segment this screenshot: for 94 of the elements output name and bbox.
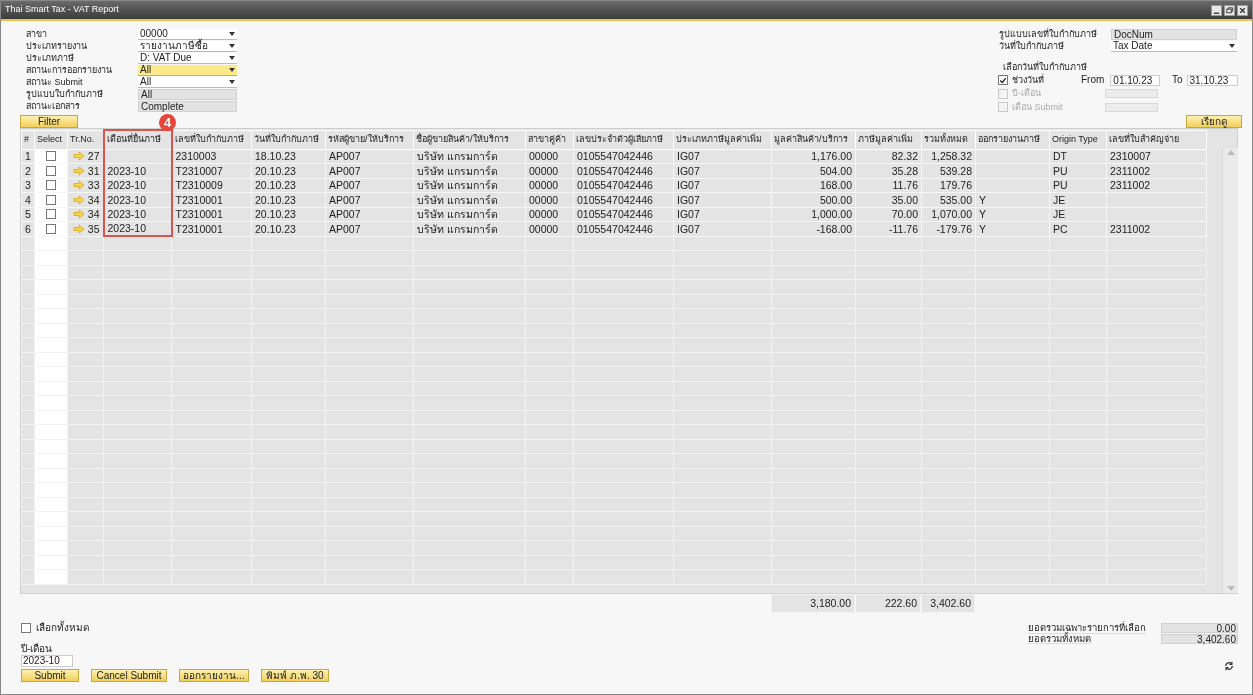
table-cell: 34 (87, 194, 100, 205)
table-cell: 35 (87, 223, 100, 234)
scroll-up-icon[interactable] (1226, 150, 1235, 155)
total-cell: 3,180.00 (771, 594, 855, 613)
input-field[interactable]: 2023-10 (21, 655, 73, 667)
button[interactable]: พิมพ์ ภ.พ. 30 (261, 669, 329, 682)
step-badge: 4 (159, 114, 176, 131)
field-label: ประเภทรายงาน (26, 41, 88, 52)
column-header[interactable]: ออกรายงานภาษี (975, 130, 1050, 149)
checkbox[interactable] (998, 75, 1008, 86)
dropdown-field[interactable]: Tax Date (1111, 41, 1237, 52)
checkbox-label: ช่วงวันที่ (1012, 74, 1044, 86)
scrollbar[interactable] (1222, 148, 1238, 593)
column-header[interactable]: เดือนที่ยื่นภาษี (103, 130, 172, 149)
link-arrow-icon[interactable] (72, 180, 85, 191)
dropdown-field[interactable]: D: VAT Due (138, 53, 237, 64)
checkbox[interactable] (46, 223, 56, 234)
column-header[interactable]: รวมทั้งหมด (921, 130, 976, 149)
date-field[interactable]: 01.10.23 (1110, 74, 1160, 86)
refresh-icon[interactable] (1224, 661, 1234, 671)
dropdown-field[interactable]: 00000 (138, 29, 237, 40)
link-arrow-icon[interactable] (72, 223, 85, 234)
field-label: From (1081, 75, 1105, 86)
column-header[interactable]: สาขาคู่ค้า (525, 130, 574, 149)
link-arrow-icon[interactable] (72, 194, 85, 205)
column-header[interactable]: Select (34, 130, 68, 149)
checkbox[interactable] (46, 194, 56, 205)
column-header[interactable]: มูลค่าสินค้า/บริการ (771, 130, 856, 149)
checkbox[interactable] (46, 165, 56, 176)
button[interactable]: Submit (21, 669, 79, 682)
readonly-field: 3,402.60 (1161, 633, 1238, 644)
dropdown-field[interactable]: All (138, 77, 237, 88)
field-label: วันที่ใบกำกับภาษี (999, 41, 1065, 52)
checkbox-label: เดือน Submit (1012, 101, 1063, 113)
table-cell: 34 (87, 209, 100, 220)
caret-icon (229, 80, 235, 84)
group-title: เลือกวันที่ใบกำกับภาษี (1002, 62, 1087, 73)
readonly-field: DocNum (1111, 29, 1237, 40)
column-header[interactable]: เลขที่ใบสำคัญจ่าย (1106, 130, 1207, 149)
field-label: สาขา (26, 29, 48, 40)
column-header[interactable]: รหัสผู้ขาย/ให้บริการ (325, 130, 414, 149)
button[interactable]: Filter (20, 115, 78, 128)
checkbox-label: เลือกทั้งหมด (36, 622, 89, 633)
dropdown-field[interactable]: All (138, 65, 237, 76)
table-cell: 33 (87, 180, 100, 191)
minimize-icon[interactable] (1211, 4, 1222, 16)
button[interactable]: เรียกดู (1186, 115, 1242, 128)
input-field[interactable] (1105, 89, 1158, 99)
table-cell: 31 (87, 165, 100, 176)
input-field[interactable] (1105, 102, 1158, 112)
checkbox[interactable] (21, 622, 31, 633)
caret-icon (229, 32, 235, 36)
field-label: รูปแบบใบกำกับภาษี (26, 89, 104, 100)
column-header[interactable]: Origin Type (1049, 130, 1107, 149)
total-cell: 222.60 (855, 594, 921, 613)
table-cell: 27 (87, 151, 100, 162)
column-header[interactable]: ชื่อผู้ขายสินค้า/ให้บริการ (413, 130, 526, 149)
field-label: รูปแบบเลขที่ใบกำกับภาษี (999, 29, 1098, 40)
checkbox[interactable] (46, 180, 56, 191)
total-cell: 3,402.60 (921, 594, 975, 613)
field-label: ประเภทภาษี (26, 53, 75, 64)
checkbox-label: ปี-เดือน (1012, 88, 1041, 100)
button[interactable]: ออกรายงาน... (179, 669, 249, 682)
link-arrow-icon[interactable] (72, 209, 85, 220)
link-arrow-icon[interactable] (72, 151, 85, 162)
date-field[interactable]: 31.10.23 (1186, 74, 1238, 86)
column-header[interactable]: วันที่ใบกำกับภาษี (251, 130, 326, 149)
column-header[interactable]: เลขที่ใบกำกับภาษี (171, 130, 252, 149)
close-icon[interactable] (1237, 4, 1248, 16)
column-header[interactable]: Tr.No. (67, 130, 104, 149)
readonly-field: Complete (138, 101, 237, 112)
column-header[interactable]: ภาษีมูลค่าเพิ่ม (855, 130, 922, 149)
field-label: สถานะการออกรายงาน (26, 65, 113, 76)
restore-icon[interactable] (1224, 4, 1235, 16)
field-label: สถานะ Submit (26, 77, 84, 88)
column-header[interactable]: ประเภทภาษีมูลค่าเพิ่ม (673, 130, 772, 149)
field-label: ยอดรวมทั้งหมด (1028, 633, 1091, 644)
field-label: To (1171, 75, 1183, 86)
checkbox[interactable] (46, 209, 56, 220)
caret-icon (229, 68, 235, 72)
scroll-down-icon[interactable] (1226, 586, 1235, 591)
readonly-field: 0.00 (1161, 623, 1238, 634)
checkbox[interactable] (46, 151, 56, 162)
caret-icon (229, 56, 235, 60)
button[interactable]: Cancel Submit (91, 669, 167, 682)
caret-icon (229, 44, 235, 48)
readonly-field: All (138, 89, 237, 100)
field-label: สถานะเอกสาร (26, 101, 81, 112)
field-label: ปี-เดือน (21, 644, 54, 654)
window-title: Thai Smart Tax - VAT Report (5, 3, 119, 17)
column-header[interactable]: # (21, 130, 35, 149)
link-arrow-icon[interactable] (72, 165, 85, 176)
column-header[interactable]: เลขประจำตัวผู้เสียภาษี (573, 130, 674, 149)
caret-icon (1229, 44, 1235, 48)
